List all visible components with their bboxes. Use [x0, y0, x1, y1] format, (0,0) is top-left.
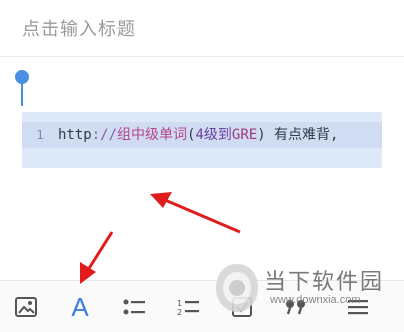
- watermark-url: www.downxia.com: [270, 294, 361, 306]
- image-icon[interactable]: [8, 289, 44, 325]
- editor-screen: 点击输入标题 1 http://组中级单词(4级到GRE) 有点难背, A 1 …: [0, 0, 404, 332]
- svg-text:2: 2: [177, 308, 182, 316]
- font-icon[interactable]: A: [62, 289, 98, 325]
- code-block[interactable]: 1 http://组中级单词(4级到GRE) 有点难背,: [22, 112, 382, 168]
- code-token: http: [58, 127, 92, 143]
- code-token: ://: [91, 127, 118, 143]
- arrow-to-code-icon: [150, 192, 241, 234]
- watermark: 当下软件园 www.downxia.com: [212, 260, 402, 316]
- code-token: ): [257, 127, 266, 143]
- svg-text:1: 1: [177, 299, 182, 308]
- watermark-logo-icon: [216, 264, 258, 312]
- code-token: 4级到: [195, 127, 232, 143]
- code-token: GRE: [231, 127, 258, 143]
- text-cursor: [21, 82, 23, 106]
- code-token: 有点难背,: [265, 127, 339, 143]
- code-line[interactable]: 1 http://组中级单词(4级到GRE) 有点难背,: [22, 122, 382, 148]
- title-input[interactable]: 点击输入标题: [22, 15, 136, 41]
- title-bar: 点击输入标题: [0, 0, 404, 57]
- numbered-list-icon[interactable]: 1 2: [170, 289, 206, 325]
- arrow-to-font-icon: [80, 231, 114, 284]
- watermark-name: 当下软件园: [264, 270, 385, 295]
- font-icon-label: A: [71, 292, 89, 322]
- line-number: 1: [36, 128, 44, 142]
- bulleted-list-icon[interactable]: [116, 289, 152, 325]
- code-token: 组中级单词: [117, 127, 188, 143]
